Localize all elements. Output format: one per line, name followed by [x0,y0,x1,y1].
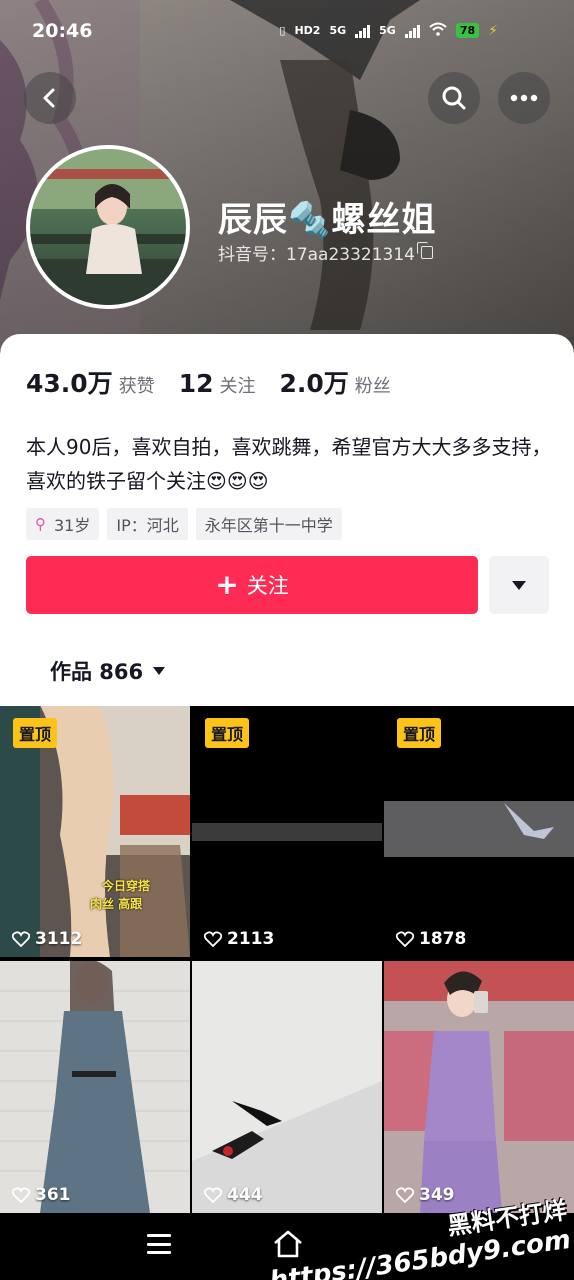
search-button[interactable] [428,72,480,124]
stat-followers[interactable]: 2.0万 粉丝 [279,364,390,400]
profile-name-part2: 螺丝姐 [331,200,437,240]
wifi-icon [429,22,447,39]
chevron-left-icon [43,88,55,108]
profile-bio: 本人90后，喜欢自拍，喜欢跳舞，希望官方大大多多支持，喜欢的铁子留个关注😍😍😍 [26,435,552,493]
tag-age-label: 31岁 [54,516,91,535]
status-icons: ▯ HD2 5G 5G 78 ⚡ [279,22,498,39]
plus-icon: + [215,568,239,601]
video-likes-count: 2113 [227,929,275,949]
video-tile[interactable]: 349 [384,961,574,1213]
video-caption-line2: 肉丝 高跟 [90,897,143,911]
screw-icon: 🔩 [288,200,332,240]
stat-followers-label: 粉丝 [354,376,391,397]
video-caption: 今日穿搭 肉丝 高跟 [90,877,150,913]
video-thumbnail [384,961,574,1213]
stat-likes-label: 获赞 [118,376,155,397]
back-button[interactable] [24,72,76,124]
tab-works[interactable]: 作品 866 [50,656,166,686]
copy-icon[interactable] [417,242,433,259]
video-likes-count: 444 [227,1185,263,1205]
signal-icon-2 [404,24,420,38]
stats-row: 43.0万 获赞 12 关注 2.0万 粉丝 [26,364,415,400]
profile-tags: ⚲ 31岁 IP：河北 永年区第十一中学 [26,508,342,540]
video-thumbnail [0,961,190,1213]
heart-icon [204,931,222,947]
status-time: 20:46 [32,20,93,42]
video-likes: 2113 [204,929,274,949]
douyin-id[interactable]: 抖音号：17aa23321314 [218,240,433,265]
menu-icon[interactable] [147,1234,171,1254]
video-tile[interactable]: 置顶 今日穿搭 肉丝 高跟 3112 [0,705,190,957]
heart-icon [12,1187,30,1203]
follow-button-label: 关注 [246,574,289,598]
stat-following-label: 关注 [219,376,256,397]
more-options-dropdown-button[interactable] [489,556,549,614]
video-likes: 349 [396,1185,455,1205]
douyin-id-text: 抖音号：17aa23321314 [218,245,415,265]
caret-down-icon [512,580,526,590]
stat-followers-value: 2.0万 [279,369,349,398]
heart-icon [12,931,30,947]
video-likes: 1878 [396,929,466,949]
stat-following[interactable]: 12 关注 [179,369,256,398]
tab-works-label: 作品 866 [50,660,144,684]
stat-following-value: 12 [178,369,214,398]
video-tile[interactable]: 置顶 1878 [384,705,574,957]
stat-likes-value: 43.0万 [26,369,113,398]
video-likes-count: 361 [35,1185,71,1205]
heart-icon [204,1187,222,1203]
network-5g-label-2: 5G [379,24,396,37]
vibrate-icon: ▯ [279,24,286,37]
video-thumbnail [192,961,382,1213]
video-likes: 444 [204,1185,263,1205]
network-5g-label-1: 5G [329,24,347,37]
video-caption-line1: 今日穿搭 [102,879,151,893]
video-likes-count: 1878 [419,929,467,949]
avatar-photo [30,149,186,305]
caret-down-icon [153,667,166,675]
battery-level: 78 [455,23,480,38]
video-likes-count: 349 [419,1185,455,1205]
search-icon [442,86,466,110]
female-icon: ⚲ [35,515,46,533]
profile-name: 辰辰🔩螺丝姐 [218,192,436,241]
pinned-badge: 置顶 [397,718,442,748]
video-tile[interactable]: 361 [0,961,190,1213]
video-likes: 361 [12,1185,71,1205]
tag-age: ⚲ 31岁 [26,508,100,540]
stat-likes[interactable]: 43.0万 获赞 [26,364,155,400]
video-likes: 3112 [12,929,82,949]
tag-ip: IP：河北 [107,508,188,540]
more-button[interactable] [498,72,550,124]
video-likes-count: 3112 [35,929,83,949]
tag-school[interactable]: 永年区第十一中学 [195,508,342,540]
hd-label: HD2 [294,24,321,37]
video-tile[interactable]: 置顶 2113 [192,705,382,957]
charging-icon: ⚡ [488,22,498,39]
pinned-badge: 置顶 [13,718,58,748]
pinned-badge: 置顶 [205,718,250,748]
profile-name-part1: 辰辰 [218,200,288,240]
more-horizontal-icon [510,94,538,102]
avatar[interactable] [26,145,190,309]
status-bar: 20:46 ▯ HD2 5G 5G 78 ⚡ [0,0,574,64]
follow-button[interactable]: + 关注 [26,556,478,614]
signal-icon [355,24,371,38]
video-grid: 置顶 今日穿搭 肉丝 高跟 3112 置顶 2113 置顶 1878 361 4… [0,705,574,1215]
heart-icon [396,1187,414,1203]
video-tile[interactable]: 444 [192,961,382,1213]
heart-icon [396,931,414,947]
profile-info-card: 43.0万 获赞 12 关注 2.0万 粉丝 本人90后，喜欢自拍，喜欢跳舞，希… [0,334,574,706]
